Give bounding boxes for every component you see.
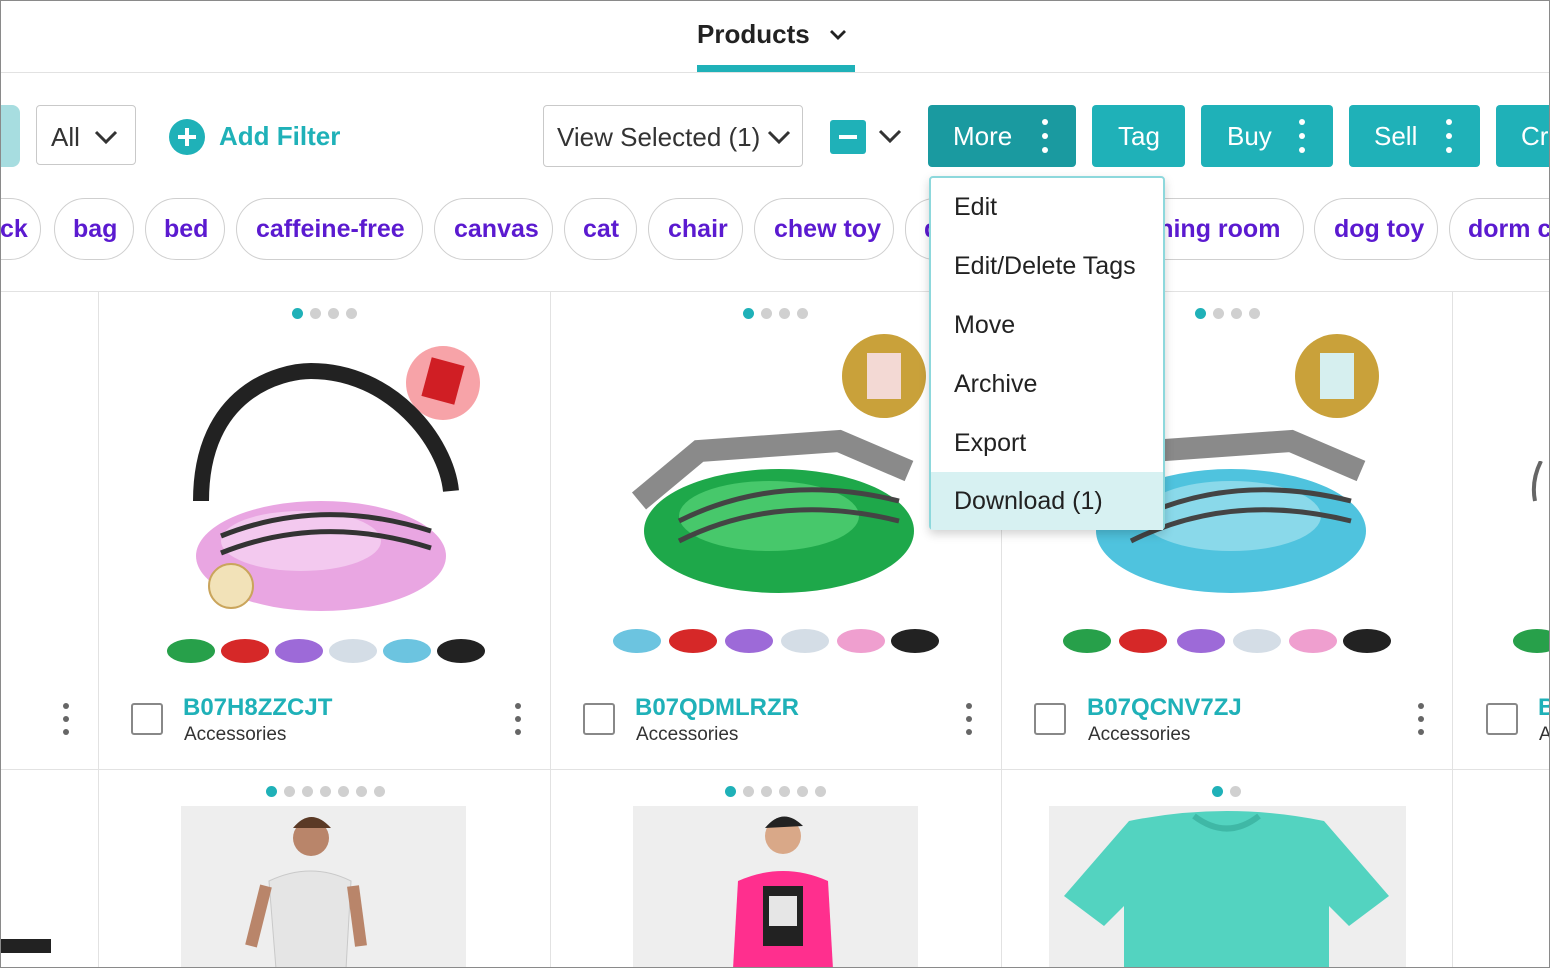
product-category: Accessories <box>1088 724 1191 745</box>
product-checkbox[interactable] <box>1034 703 1066 735</box>
product-category: A <box>1539 724 1549 746</box>
tag-chip[interactable]: cat <box>564 198 637 260</box>
collapsed-panel-tab[interactable] <box>1 105 20 167</box>
image-carousel-dots[interactable] <box>743 308 815 320</box>
select-all-indeterminate-checkbox[interactable] <box>830 120 866 154</box>
page-title[interactable]: Products <box>697 19 810 50</box>
product-category: Accessories <box>184 724 287 745</box>
image-carousel-dots[interactable] <box>292 308 364 320</box>
grid-divider <box>1 291 1549 292</box>
tag-chip-row: ck bag bed caffeine-free canvas cat chai… <box>1 198 1549 264</box>
color-swatches <box>1063 629 1391 653</box>
tag-chip[interactable]: bag <box>54 198 134 260</box>
create-button[interactable]: Cr <box>1496 105 1549 167</box>
model-photo <box>733 816 833 967</box>
menu-item-edit-delete-tags[interactable]: Edit/Delete Tags <box>931 237 1163 295</box>
header-bar: Products <box>1 1 1549 73</box>
chevron-down-icon[interactable] <box>827 23 849 45</box>
grid-divider <box>1 769 1549 770</box>
plus-circle-icon <box>169 119 205 155</box>
tag-button[interactable]: Tag <box>1092 105 1185 167</box>
menu-item-move[interactable]: Move <box>931 296 1163 354</box>
tag-chip[interactable]: canvas <box>434 198 553 260</box>
product-sku-link[interactable]: B <box>1538 694 1549 722</box>
chevron-down-icon[interactable] <box>877 127 903 145</box>
tag-button-label: Tag <box>1118 121 1160 151</box>
product-checkbox[interactable] <box>131 703 163 735</box>
product-image[interactable] <box>181 806 466 967</box>
image-carousel-dots[interactable] <box>266 786 392 798</box>
image-carousel-dots[interactable] <box>1195 308 1267 320</box>
card-menu-kebab-icon[interactable] <box>63 703 69 737</box>
tag-chip[interactable]: dog toy <box>1314 198 1438 260</box>
tag-chip[interactable]: chair <box>648 198 743 260</box>
product-checkbox[interactable] <box>1486 703 1518 735</box>
color-swatches <box>167 639 485 663</box>
grid-divider <box>1452 292 1453 967</box>
product-sku-link[interactable]: B07QDMLRZR <box>635 694 799 722</box>
card-menu-kebab-icon[interactable] <box>515 703 521 737</box>
grid-divider <box>550 292 551 967</box>
filter-select-value: All <box>51 122 80 152</box>
tag-chip[interactable]: bed <box>145 198 225 260</box>
product-sku-link[interactable]: B07QCNV7ZJ <box>1087 694 1242 722</box>
add-filter-label: Add Filter <box>219 121 341 151</box>
product-image[interactable] <box>609 331 949 671</box>
tshirt-photo <box>1064 811 1389 967</box>
grid-divider <box>98 292 99 967</box>
kebab-icon <box>1042 119 1048 153</box>
product-sku-link[interactable]: B07H8ZZCJT <box>183 694 332 722</box>
product-image[interactable] <box>1049 806 1406 967</box>
tag-chip[interactable]: ck <box>1 198 41 260</box>
color-swatches <box>613 629 939 653</box>
chevron-down-icon <box>94 130 118 145</box>
view-selected-select[interactable]: View Selected (1) <box>543 105 803 167</box>
app-frame: Products All Add Filter View Selected (1… <box>0 0 1550 968</box>
more-button[interactable]: More <box>928 105 1076 167</box>
card-menu-kebab-icon[interactable] <box>966 703 972 737</box>
active-tab-indicator <box>697 65 855 72</box>
kebab-icon <box>1446 119 1452 153</box>
menu-item-download[interactable]: Download (1) <box>931 472 1163 530</box>
menu-item-archive[interactable]: Archive <box>931 355 1163 413</box>
sell-button[interactable]: Sell <box>1349 105 1480 167</box>
kebab-icon <box>1299 119 1305 153</box>
tag-chip[interactable]: chew toy <box>754 198 894 260</box>
product-image-partial <box>1 939 51 953</box>
buy-button[interactable]: Buy <box>1201 105 1333 167</box>
filter-select[interactable]: All <box>36 105 136 165</box>
image-carousel-dots[interactable] <box>1212 786 1248 798</box>
tag-chip[interactable]: caffeine-free <box>236 198 423 260</box>
model-photo <box>245 817 367 967</box>
toolbar: All Add Filter View Selected (1) More Ta… <box>1 73 1549 193</box>
buy-button-label: Buy <box>1227 121 1272 151</box>
product-image[interactable] <box>161 331 491 671</box>
menu-item-export[interactable]: Export <box>931 414 1163 472</box>
more-button-label: More <box>953 121 1013 151</box>
menu-item-edit[interactable]: Edit <box>931 178 1163 236</box>
image-carousel-dots[interactable] <box>725 786 833 798</box>
view-selected-label: View Selected (1) <box>557 122 761 152</box>
more-dropdown-menu: Edit Edit/Delete Tags Move Archive Expor… <box>929 176 1165 530</box>
product-image[interactable] <box>633 806 918 967</box>
chevron-down-icon <box>767 130 791 145</box>
product-checkbox[interactable] <box>583 703 615 735</box>
sell-button-label: Sell <box>1374 121 1418 151</box>
tag-chip[interactable]: dorm c <box>1449 198 1549 260</box>
card-menu-kebab-icon[interactable] <box>1418 703 1424 737</box>
product-category: Accessories <box>636 724 739 745</box>
product-image[interactable] <box>1501 461 1549 661</box>
create-button-label: Cr <box>1521 121 1549 151</box>
